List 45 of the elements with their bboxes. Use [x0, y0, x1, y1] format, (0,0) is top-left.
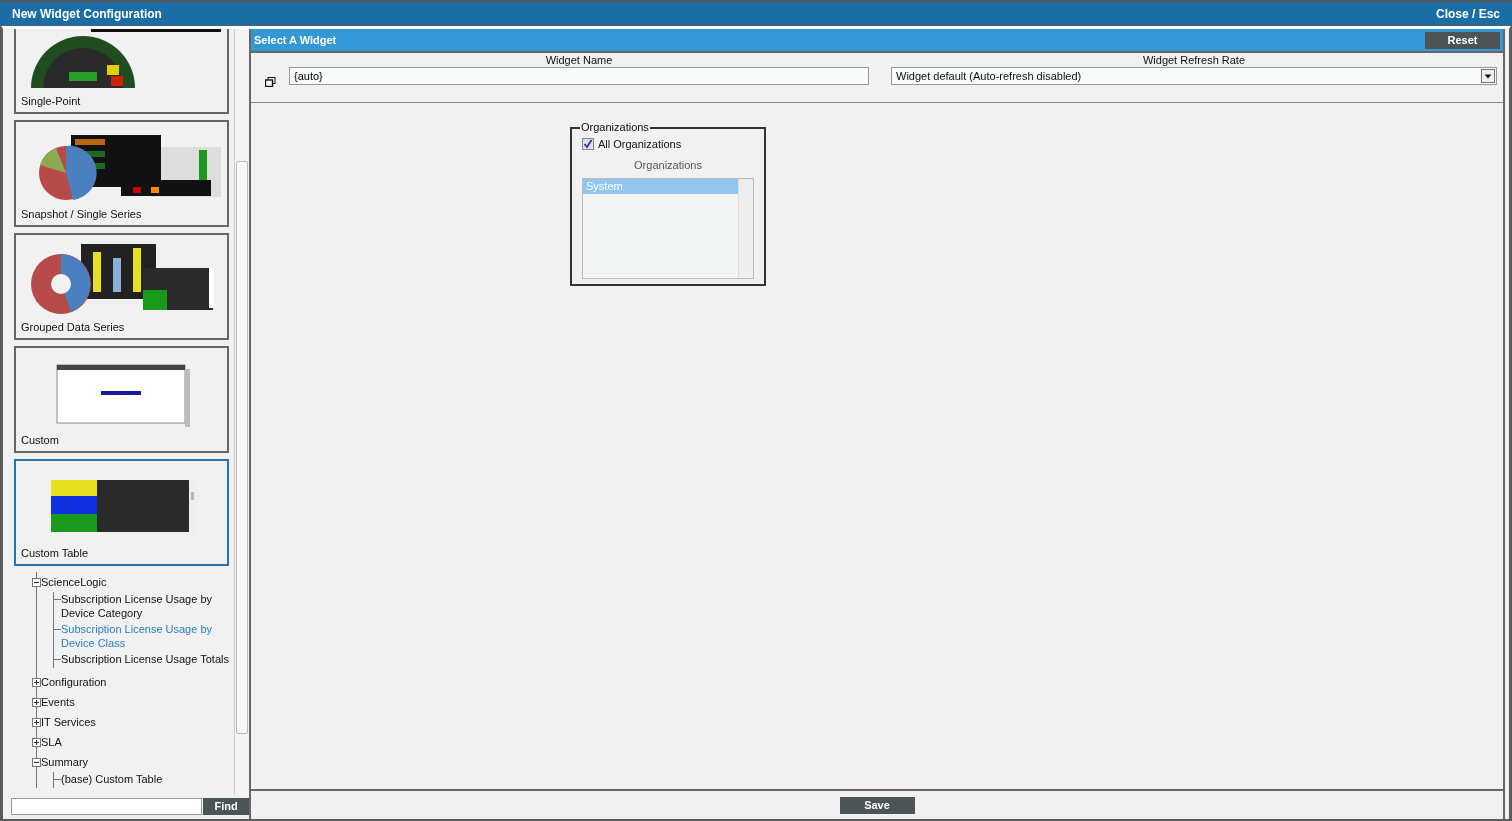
widget-type-card[interactable]: Single-Point: [14, 29, 229, 114]
tree-folder[interactable]: Events: [41, 693, 75, 711]
save-button[interactable]: Save: [839, 796, 915, 814]
widget-type-label: Snapshot / Single Series: [21, 206, 143, 222]
tree-folder[interactable]: Configuration: [41, 673, 107, 691]
tree-item[interactable]: (base) Custom Table: [61, 772, 163, 788]
tree-folder[interactable]: SLA: [41, 733, 62, 751]
tree-folder[interactable]: IT Services: [41, 713, 96, 731]
refresh-rate-select[interactable]: Widget default (Auto-refresh disabled): [891, 67, 1497, 85]
panel-title: Select A Widget: [254, 32, 337, 48]
widget-type-card[interactable]: Custom Table: [14, 459, 229, 566]
tree-folder[interactable]: Summary: [41, 753, 89, 771]
fieldset-legend: Organizations: [580, 121, 650, 134]
expand-icon[interactable]: [32, 677, 41, 687]
collapse-icon[interactable]: [32, 757, 41, 767]
widget-type-card[interactable]: Custom: [14, 346, 229, 453]
window-title: New Widget Configuration: [12, 6, 162, 23]
expand-icon[interactable]: [32, 697, 41, 707]
expand-icon[interactable]: [32, 717, 41, 727]
collapse-icon[interactable]: [32, 577, 41, 587]
widget-type-label: Custom: [21, 432, 60, 448]
widget-type-card[interactable]: Snapshot / Single Series: [14, 120, 229, 227]
widget-name-field[interactable]: {auto}: [289, 67, 869, 85]
reset-button[interactable]: Reset: [1425, 31, 1500, 49]
scrollbar[interactable]: [234, 29, 249, 795]
widget-type-label: Custom Table: [21, 545, 90, 561]
checkbox[interactable]: [582, 138, 594, 151]
tree-item[interactable]: Subscription License Usage Totals: [61, 652, 229, 668]
widget-type-label: Single-Point: [21, 93, 82, 109]
tree-item[interactable]: Subscription License Usage by Device Category: [61, 592, 234, 622]
tree-item[interactable]: Subscription License Usage by Device Class: [61, 622, 234, 652]
checkbox-label: All Organizations: [598, 137, 682, 152]
tree-folder[interactable]: ScienceLogic: [41, 573, 107, 591]
field-label: Widget Name: [544, 54, 614, 67]
scrollbar[interactable]: [738, 179, 753, 278]
list-label: Organizations: [634, 158, 702, 171]
find-button[interactable]: Find: [203, 797, 249, 815]
widget-type-label: Grouped Data Series: [21, 319, 126, 335]
find-field[interactable]: [11, 797, 203, 815]
widget-type-card[interactable]: Grouped Data Series: [14, 233, 229, 340]
dropdown-icon[interactable]: [1481, 69, 1495, 83]
field-label: Widget Refresh Rate: [1141, 54, 1247, 67]
expand-icon[interactable]: [32, 737, 41, 747]
window-icon[interactable]: [264, 77, 276, 87]
close-link[interactable]: Close / Esc: [1435, 5, 1500, 23]
